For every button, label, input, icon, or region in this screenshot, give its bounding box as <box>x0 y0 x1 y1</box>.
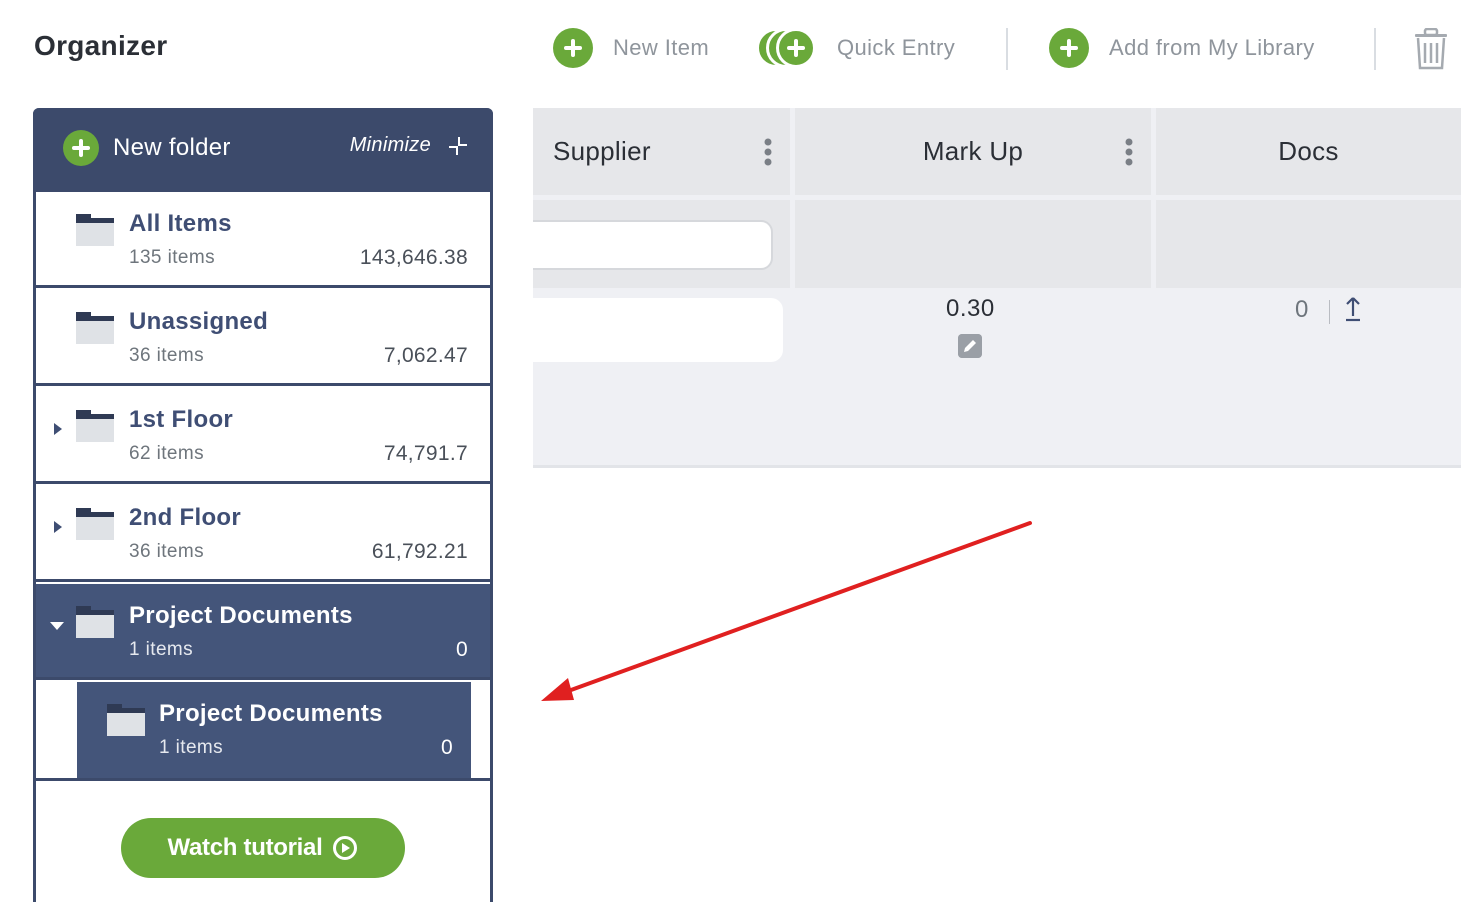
quick-entry-icon <box>756 28 816 68</box>
new-item-label: New Item <box>613 35 710 60</box>
folder-project-documents[interactable]: Project Documents 1 items 0 <box>36 584 490 680</box>
folder-total: 61,792.21 <box>371 540 468 563</box>
collapse-arrows-icon <box>449 136 467 155</box>
folder-name: All Items <box>129 210 232 237</box>
expand-caret-icon[interactable] <box>52 422 64 436</box>
folder-total: 0 <box>456 638 468 661</box>
trash-icon[interactable] <box>1413 28 1449 70</box>
column-header-label: Supplier <box>553 136 651 166</box>
column-header-label: Mark Up <box>922 136 1024 166</box>
folder-total: 0 <box>441 736 453 759</box>
folder-icon <box>107 704 145 736</box>
toolbar-divider <box>1006 28 1008 70</box>
folder-icon <box>76 508 114 540</box>
expand-caret-icon[interactable] <box>52 520 64 534</box>
watch-tutorial-label: Watch tutorial <box>167 834 323 861</box>
divider <box>36 778 490 781</box>
folder-unassigned[interactable]: Unassigned 36 items 7,062.47 <box>36 290 490 386</box>
column-menu-icon[interactable] <box>1125 138 1133 166</box>
folder-icon <box>76 606 114 638</box>
watch-tutorial-button[interactable]: Watch tutorial <box>121 818 405 878</box>
new-folder-button[interactable]: New folder <box>63 130 231 166</box>
play-icon <box>333 836 358 860</box>
supplier-cell-input[interactable] <box>533 298 783 362</box>
quick-entry-label: Quick Entry <box>837 35 956 60</box>
folder-item-count: 36 items <box>129 541 205 562</box>
quick-entry-button[interactable]: Quick Entry <box>756 28 955 68</box>
folder-item-count: 36 items <box>129 345 205 366</box>
items-table: Supplier Mark Up Docs 0.30 0 <box>533 108 1461 468</box>
new-item-button[interactable]: New Item <box>553 28 709 68</box>
folder-name: Unassigned <box>129 308 269 335</box>
folder-total: 143,646.38 <box>359 246 468 269</box>
pencil-icon[interactable] <box>958 334 982 358</box>
folder-icon <box>76 312 114 344</box>
folder-icon <box>76 410 114 442</box>
filter-cell <box>795 200 1151 288</box>
folder-item-count: 1 items <box>159 737 224 758</box>
column-header-mark-up[interactable]: Mark Up <box>795 108 1151 195</box>
sidebar-header: New folder Minimize <box>33 108 493 192</box>
folder-name: 2nd Floor <box>129 504 242 531</box>
folder-2nd-floor[interactable]: 2nd Floor 36 items 61,792.21 <box>36 486 490 582</box>
folder-item-count: 135 items <box>129 247 215 268</box>
minimize-label: Minimize <box>349 134 431 156</box>
add-from-library-button[interactable]: Add from My Library <box>1049 28 1315 68</box>
plus-icon <box>1049 28 1089 68</box>
docs-divider <box>1329 300 1330 324</box>
upload-icon[interactable] <box>1343 296 1363 324</box>
add-from-library-label: Add from My Library <box>1109 35 1315 60</box>
page-title: Organizer <box>34 30 168 61</box>
plus-icon <box>553 28 593 68</box>
folder-1st-floor[interactable]: 1st Floor 62 items 74,791.7 <box>36 388 490 484</box>
docs-count: 0 <box>1295 296 1309 323</box>
folder-icon <box>76 214 114 246</box>
toolbar-divider <box>1374 28 1376 70</box>
column-menu-icon[interactable] <box>764 138 772 166</box>
folder-name: Project Documents <box>159 700 383 727</box>
minimize-button[interactable]: Minimize <box>350 134 469 157</box>
plus-icon <box>63 130 99 166</box>
filter-cell <box>1156 200 1461 288</box>
supplier-filter-input[interactable] <box>533 220 773 270</box>
folder-name: 1st Floor <box>129 406 234 433</box>
folder-total: 7,062.47 <box>383 344 468 367</box>
column-header-docs[interactable]: Docs <box>1156 108 1461 195</box>
column-header-label: Docs <box>1278 136 1339 166</box>
folder-item-count: 62 items <box>129 443 205 464</box>
mark-up-value: 0.30 <box>946 295 995 322</box>
collapse-caret-icon[interactable] <box>49 620 65 632</box>
folder-item-count: 1 items <box>129 639 194 660</box>
folder-total: 74,791.7 <box>383 442 468 465</box>
subfolder-project-documents[interactable]: Project Documents 1 items 0 <box>77 682 471 778</box>
column-header-supplier[interactable]: Supplier <box>533 108 790 195</box>
folder-name: Project Documents <box>129 602 353 629</box>
new-folder-label: New folder <box>113 134 231 161</box>
folder-sidebar: New folder Minimize All Items 135 items … <box>33 108 493 902</box>
folder-all-items[interactable]: All Items 135 items 143,646.38 <box>36 192 490 288</box>
